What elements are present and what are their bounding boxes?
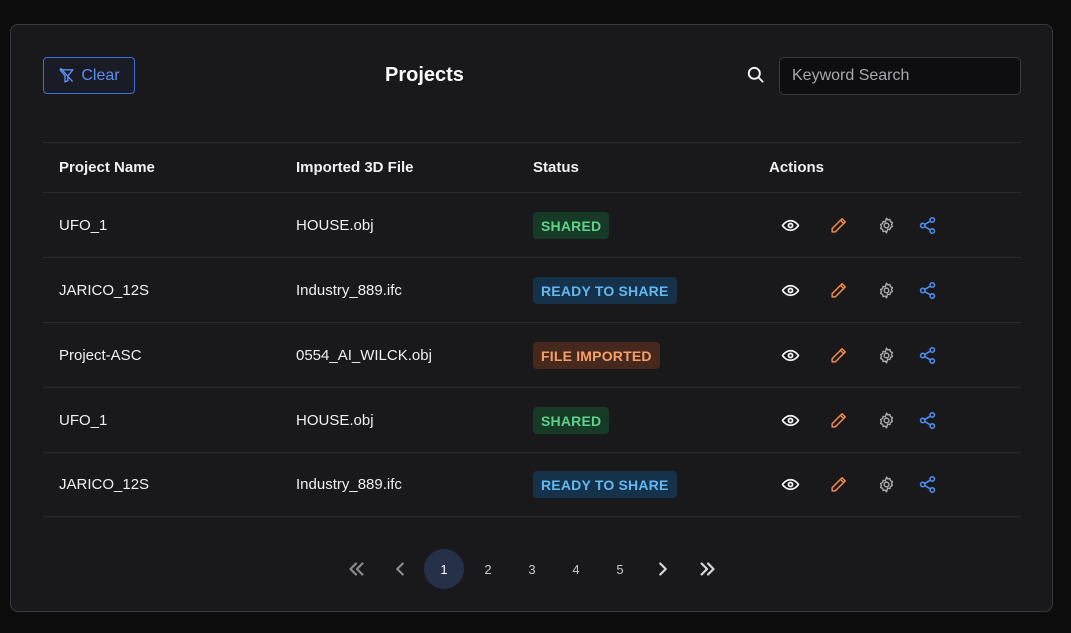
pencil-icon xyxy=(829,216,848,235)
settings-button[interactable] xyxy=(876,475,896,495)
status-cell: SHARED xyxy=(533,388,610,452)
edit-button[interactable] xyxy=(828,280,848,300)
gear-icon xyxy=(877,411,896,430)
pagination: 1 2 3 4 5 xyxy=(11,549,1052,589)
table-row[interactable]: UFO_1 HOUSE.obj SHARED xyxy=(43,192,1021,257)
actions-cell xyxy=(769,193,937,257)
eye-icon xyxy=(781,281,800,300)
page-title: Projects xyxy=(385,64,464,86)
view-button[interactable] xyxy=(780,475,800,495)
imported-file-cell: 0554_AI_WILCK.obj xyxy=(296,346,432,364)
eye-icon xyxy=(781,411,800,430)
project-name-cell: Project-ASC xyxy=(59,346,142,364)
projects-table: Project Name Imported 3D File Status Act… xyxy=(43,142,1021,517)
status-cell: SHARED xyxy=(533,193,610,257)
table-row[interactable]: JARICO_12S Industry_889.ifc READY TO SHARE xyxy=(43,452,1021,517)
share-icon xyxy=(918,281,937,300)
table-row[interactable]: JARICO_12S Industry_889.ifc READY TO SHARE xyxy=(43,257,1021,322)
status-badge: FILE IMPORTED xyxy=(533,341,660,369)
table-row[interactable]: UFO_1 HOUSE.obj SHARED xyxy=(43,387,1021,452)
view-button[interactable] xyxy=(780,280,800,300)
column-header-status: Status xyxy=(533,159,579,176)
settings-button[interactable] xyxy=(876,215,896,235)
clear-filters-button[interactable]: Clear xyxy=(43,57,135,94)
edit-button[interactable] xyxy=(828,345,848,365)
view-button[interactable] xyxy=(780,410,800,430)
edit-button[interactable] xyxy=(828,215,848,235)
imported-file-cell: Industry_889.ifc xyxy=(296,476,402,493)
previous-page-button[interactable] xyxy=(388,549,412,589)
status-badge: SHARED xyxy=(533,211,610,239)
page-3-button[interactable]: 3 xyxy=(512,549,552,589)
imported-file-cell: HOUSE.obj xyxy=(296,216,374,234)
settings-button[interactable] xyxy=(876,410,896,430)
clear-label: Clear xyxy=(81,66,120,84)
settings-button[interactable] xyxy=(876,280,896,300)
actions-cell xyxy=(769,388,937,452)
projects-panel: Clear Projects Project Name Imported 3D … xyxy=(10,24,1053,612)
column-header-project-name: Project Name xyxy=(59,159,155,176)
share-icon xyxy=(918,216,937,235)
eye-icon xyxy=(781,475,800,494)
gear-icon xyxy=(877,346,896,365)
status-cell: FILE IMPORTED xyxy=(533,323,660,387)
share-icon xyxy=(918,346,937,365)
project-name-cell: JARICO_12S xyxy=(59,281,150,299)
pencil-icon xyxy=(829,411,848,430)
project-name-cell: JARICO_12S xyxy=(59,476,150,493)
actions-cell xyxy=(769,453,937,516)
column-header-imported-file: Imported 3D File xyxy=(296,159,414,176)
search-icon[interactable] xyxy=(746,65,765,84)
status-badge: SHARED xyxy=(533,406,610,434)
share-button[interactable] xyxy=(917,410,937,430)
edit-button[interactable] xyxy=(828,475,848,495)
share-icon xyxy=(918,411,937,430)
eye-icon xyxy=(781,216,800,235)
edit-button[interactable] xyxy=(828,410,848,430)
imported-file-cell: HOUSE.obj xyxy=(296,411,374,429)
eye-icon xyxy=(781,346,800,365)
pencil-icon xyxy=(829,475,848,494)
column-header-actions: Actions xyxy=(769,159,825,176)
first-page-button[interactable] xyxy=(342,549,370,589)
gear-icon xyxy=(877,475,896,494)
pencil-icon xyxy=(829,346,848,365)
share-button[interactable] xyxy=(917,280,937,300)
page-4-button[interactable]: 4 xyxy=(556,549,596,589)
project-name-cell: UFO_1 xyxy=(59,216,108,234)
settings-button[interactable] xyxy=(876,345,896,365)
status-cell: READY TO SHARE xyxy=(533,453,677,516)
view-button[interactable] xyxy=(780,345,800,365)
share-button[interactable] xyxy=(917,475,937,495)
status-cell: READY TO SHARE xyxy=(533,258,677,322)
share-button[interactable] xyxy=(917,345,937,365)
actions-cell xyxy=(769,323,937,387)
pencil-icon xyxy=(829,281,848,300)
gear-icon xyxy=(877,216,896,235)
table-header-row: Project Name Imported 3D File Status Act… xyxy=(43,142,1021,192)
page-5-button[interactable]: 5 xyxy=(600,549,640,589)
project-name-cell: UFO_1 xyxy=(59,411,108,429)
actions-cell xyxy=(769,258,937,322)
view-button[interactable] xyxy=(780,215,800,235)
last-page-button[interactable] xyxy=(694,549,722,589)
page-2-button[interactable]: 2 xyxy=(468,549,508,589)
next-page-button[interactable] xyxy=(651,549,675,589)
filter-clear-icon xyxy=(58,67,75,84)
share-icon xyxy=(918,475,937,494)
status-badge: READY TO SHARE xyxy=(533,276,677,304)
status-badge: READY TO SHARE xyxy=(533,471,677,498)
share-button[interactable] xyxy=(917,215,937,235)
keyword-search-input[interactable] xyxy=(779,57,1021,95)
page-1-button[interactable]: 1 xyxy=(424,549,464,589)
gear-icon xyxy=(877,281,896,300)
imported-file-cell: Industry_889.ifc xyxy=(296,281,402,299)
table-row[interactable]: Project-ASC 0554_AI_WILCK.obj FILE IMPORTE… xyxy=(43,322,1021,387)
